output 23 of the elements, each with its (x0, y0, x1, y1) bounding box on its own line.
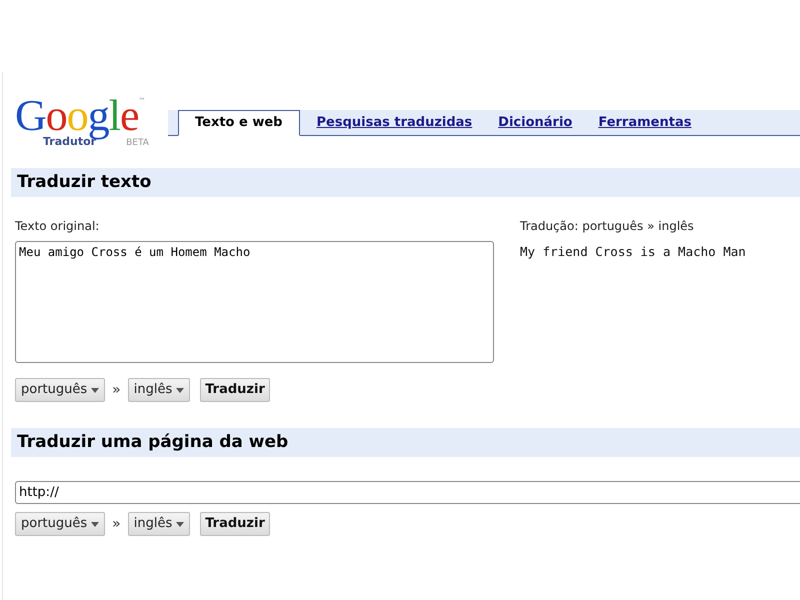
caret-icon (91, 388, 100, 392)
tab[interactable]: Texto e web (178, 110, 300, 136)
section-header: Traduzir texto (11, 168, 800, 197)
direction-symbol: » (111, 514, 122, 534)
source-text-field[interactable]: Meu amigo Cross é um Homem Macho (15, 241, 494, 363)
url-field[interactable]: http:// (15, 481, 800, 504)
caret-icon (176, 522, 184, 526)
result-label: Tradução: português » inglês (520, 218, 695, 235)
direction-symbol: » (111, 380, 122, 400)
language-dropdown[interactable]: inglês (128, 512, 190, 536)
tab[interactable]: Dicionário (489, 110, 582, 135)
translate-button[interactable]: Traduzir (200, 512, 270, 536)
caret-icon (176, 388, 184, 392)
tab[interactable]: Ferramentas (589, 110, 700, 135)
language-dropdown[interactable]: português (15, 512, 106, 536)
tab[interactable]: Pesquisas traduzidas (308, 110, 482, 135)
language-dropdown[interactable]: português (15, 378, 106, 402)
translation-text: My friend Cross is a Macho Man (520, 243, 746, 261)
caret-icon (91, 522, 100, 526)
translate-button[interactable]: Traduzir (200, 378, 270, 402)
field-label: Texto original: (15, 218, 100, 235)
section-header: Traduzir uma página da web (11, 428, 800, 457)
language-dropdown[interactable]: inglês (128, 378, 190, 402)
